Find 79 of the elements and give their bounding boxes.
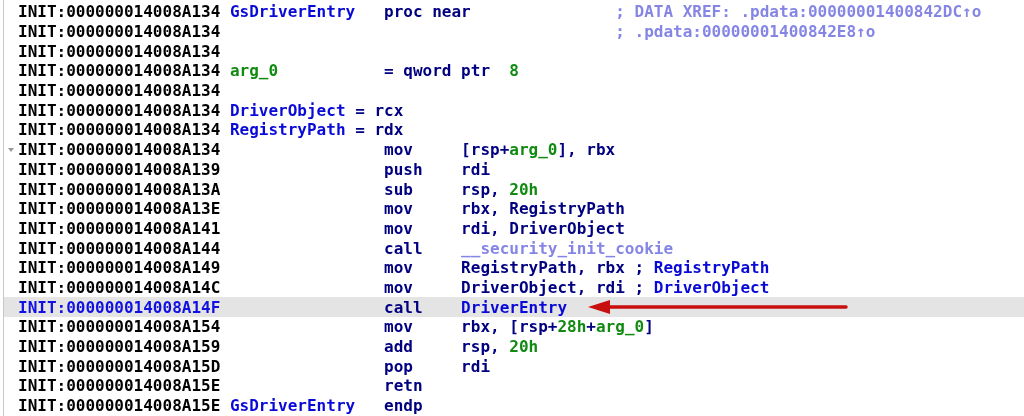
instruction-operands: rbx, RegistryPath — [461, 199, 625, 219]
line-address: INIT:000000014008A134 — [18, 81, 222, 101]
code-line[interactable]: INIT:000000014008A144 call __security_init_cookie — [4, 238, 1024, 258]
line-address: INIT:000000014008A144 — [18, 238, 222, 258]
code-line[interactable]: INIT:000000014008A149 mov RegistryPath, rbx ; RegistryPath — [4, 257, 1024, 278]
code-label: GsDriverEntry — [229, 396, 356, 416]
instruction-operands: [rsp+arg_0], rbx — [461, 140, 616, 160]
code-comment: ; .pdata:00000001400842E8↑o — [615, 22, 876, 42]
instruction-operands: rdi — [461, 159, 490, 179]
code-line[interactable]: INIT:000000014008A134 GsDriverEntry proc near ; DATA XREF: .pdata:00000001400842DC↑o — [4, 2, 1024, 22]
code-line[interactable]: INIT:000000014008A134 — [4, 41, 1024, 62]
code-label: RegistryPath = rdx — [229, 120, 404, 140]
line-address: INIT:000000014008A134 — [18, 22, 222, 42]
code-line[interactable]: INIT:000000014008A13E mov rbx, RegistryPath — [4, 198, 1024, 219]
code-line[interactable]: INIT:000000014008A14C mov DriverObject, rdi ; DriverObject — [4, 277, 1024, 298]
instruction-mnemonic: retn — [384, 376, 423, 396]
instruction-mnemonic: call — [384, 297, 423, 317]
line-address: INIT:000000014008A139 — [18, 159, 222, 179]
line-address: INIT:000000014008A149 — [18, 258, 222, 278]
code-directive: proc near — [384, 2, 472, 22]
instruction-operands: RegistryPath, rbx — [461, 258, 625, 278]
line-address: INIT:000000014008A134 — [18, 140, 222, 160]
code-label: arg_0 — [229, 61, 279, 81]
instruction-operands: rdi — [461, 356, 490, 376]
instruction-mnemonic: mov — [384, 277, 413, 297]
instruction-operands: DriverEntry — [461, 297, 568, 317]
code-comment: ; RegistryPath — [634, 258, 770, 278]
line-address: INIT:000000014008A13E — [18, 199, 222, 219]
instruction-mnemonic: mov — [384, 317, 413, 337]
code-line[interactable]: INIT:000000014008A139 push rdi — [4, 159, 1024, 180]
line-address: INIT:000000014008A154 — [18, 317, 222, 337]
instruction-mnemonic: mov — [384, 140, 413, 160]
instruction-operands: DriverObject, rdi — [461, 277, 625, 297]
line-address: INIT:000000014008A15D — [18, 356, 222, 376]
code-line[interactable]: INIT:000000014008A141 mov rdi, DriverObject — [4, 218, 1024, 239]
code-line[interactable]: INIT:000000014008A134 mov [rsp+arg_0], rbx — [4, 139, 1024, 160]
line-address: INIT:000000014008A14C — [18, 277, 222, 297]
code-comment: ; DriverObject — [634, 277, 770, 297]
instruction-operands: rbx, [rsp+28h+arg_0] — [461, 317, 654, 337]
line-address: INIT:000000014008A134 — [18, 100, 222, 120]
instruction-operands: rsp, 20h — [461, 337, 539, 357]
code-directive: endp — [384, 396, 424, 416]
instruction-mnemonic: pop — [384, 356, 413, 376]
instruction-mnemonic: push — [384, 159, 423, 179]
code-line[interactable]: INIT:000000014008A13A sub rsp, 20h — [4, 179, 1024, 199]
code-line[interactable]: INIT:000000014008A134 ; .pdata:00000001400842E8↑o — [4, 21, 1024, 42]
instruction-mnemonic: sub — [384, 179, 413, 199]
instruction-mnemonic: mov — [384, 199, 413, 219]
line-address: INIT:000000014008A141 — [18, 218, 222, 238]
collapse-icon[interactable] — [8, 147, 14, 152]
line-address: INIT:000000014008A14F — [18, 297, 222, 317]
instruction-mnemonic: mov — [384, 258, 413, 278]
instruction-mnemonic: mov — [384, 218, 413, 238]
code-label: DriverObject = rcx — [229, 100, 404, 120]
code-line[interactable]: INIT:000000014008A134 DriverObject = rcx — [4, 100, 1024, 121]
line-address: INIT:000000014008A13A — [18, 179, 222, 199]
line-address: INIT:000000014008A159 — [18, 337, 222, 357]
code-line[interactable]: INIT:000000014008A134 RegistryPath = rdx — [4, 120, 1024, 140]
instruction-operands: rdi, DriverObject — [461, 218, 625, 238]
code-line[interactable]: INIT:000000014008A154 mov rbx, [rsp+28h+arg_0] — [4, 317, 1024, 337]
code-line[interactable]: INIT:000000014008A159 add rsp, 20h — [4, 336, 1024, 357]
line-address: INIT:000000014008A134 — [18, 61, 222, 81]
code-line[interactable]: INIT:000000014008A15E retn — [4, 376, 1024, 396]
code-directive: = qword ptr 8 — [384, 61, 520, 81]
line-address: INIT:000000014008A15E — [18, 396, 222, 416]
code-line[interactable]: INIT:000000014008A15D pop rdi — [4, 356, 1024, 377]
code-line[interactable]: INIT:000000014008A134 arg_0 = qword ptr 8 — [4, 61, 1024, 81]
instruction-operands: __security_init_cookie — [461, 238, 674, 258]
line-address: INIT:000000014008A134 — [18, 120, 222, 140]
instruction-mnemonic: add — [384, 337, 413, 357]
instruction-mnemonic: call — [384, 238, 423, 258]
code-label: GsDriverEntry — [229, 2, 356, 22]
line-address: INIT:000000014008A134 — [18, 41, 222, 61]
code-line[interactable]: INIT:000000014008A15E GsDriverEntry endp — [4, 395, 1024, 416]
instruction-operands: rsp, 20h — [461, 179, 539, 199]
line-address: INIT:000000014008A134 — [18, 2, 222, 22]
line-address: INIT:000000014008A15E — [18, 376, 222, 396]
code-comment: ; DATA XREF: .pdata:00000001400842DC↑o — [615, 2, 982, 22]
code-line[interactable]: INIT:000000014008A134 — [4, 80, 1024, 101]
